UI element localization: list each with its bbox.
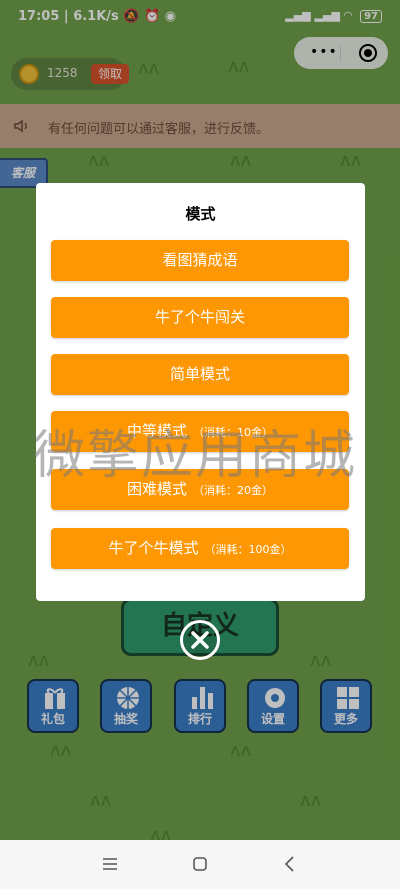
mode-button-niu-mode[interactable]: 牛了个牛模式 （消耗：100金）	[51, 528, 349, 569]
close-icon	[191, 631, 209, 649]
mode-cost: （消耗：100金）	[204, 543, 292, 556]
mode-label: 看图猜成语	[162, 251, 238, 269]
mode-label: 简单模式	[169, 365, 230, 383]
menu-icon[interactable]	[100, 854, 120, 874]
mode-selection-modal: 模式 看图猜成语 牛了个牛闯关 简单模式 中等模式 （消耗：10金） 困难模式 （消…	[36, 183, 365, 601]
modal-title: 模式	[185, 205, 216, 223]
mode-button-easy[interactable]: 简单模式	[51, 354, 349, 395]
app-screen: 17:05 | 6.1K/s 🔕 ⏰ ◉ ▂▄▆ ▂▄▆ ◠ 97 1258 领…	[0, 0, 400, 889]
mode-button-niu-challenge[interactable]: 牛了个牛闯关	[51, 297, 349, 338]
mode-label: 牛了个牛模式	[108, 539, 199, 557]
close-modal-button[interactable]	[180, 620, 220, 660]
system-nav-bar	[0, 840, 400, 889]
home-icon[interactable]	[190, 854, 210, 874]
watermark-text: 微擎应用商城	[33, 426, 358, 486]
back-icon[interactable]	[280, 854, 300, 874]
mode-button-idiom-guess[interactable]: 看图猜成语	[51, 240, 349, 281]
mode-label: 牛了个牛闯关	[154, 308, 245, 326]
